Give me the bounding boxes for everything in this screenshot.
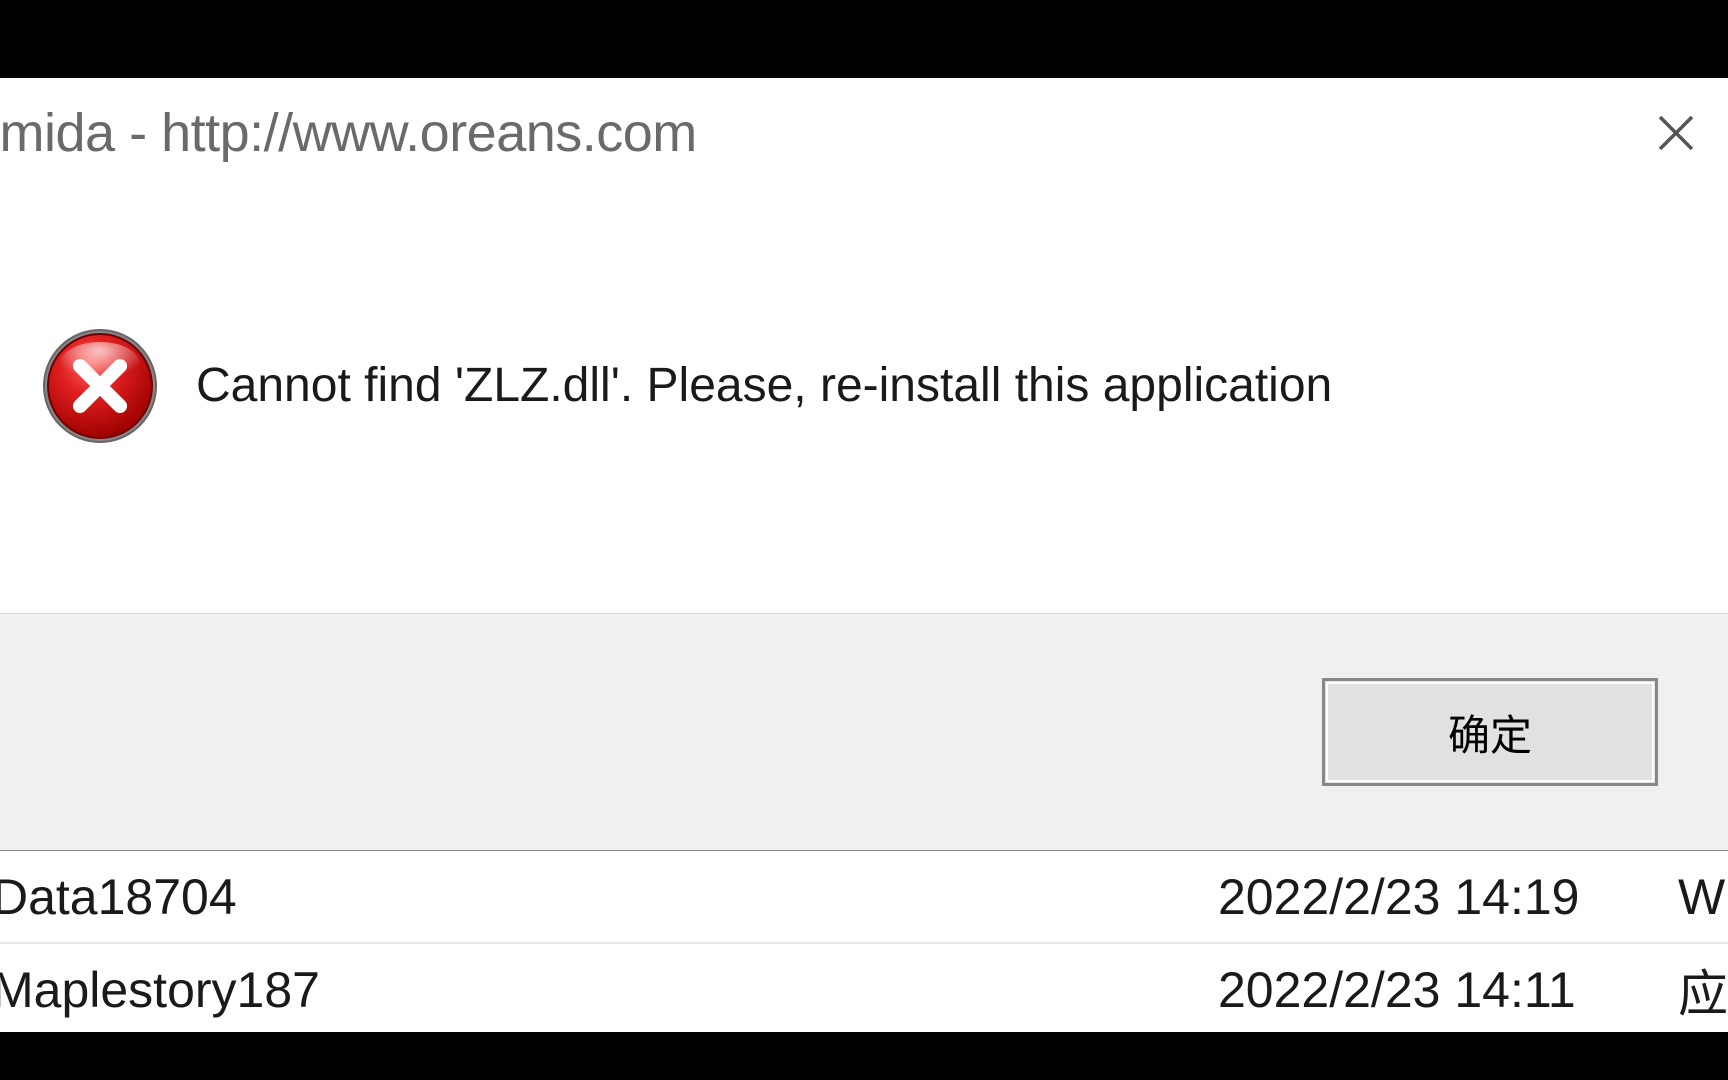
file-name: Maplestory187	[0, 961, 1218, 1019]
dialog-footer: 确定	[0, 613, 1728, 851]
error-dialog: emida - http://www.oreans.com	[0, 78, 1728, 852]
dialog-body: Cannot find 'ZLZ.dll'. Please, re-instal…	[0, 188, 1728, 613]
file-type: W	[1678, 868, 1728, 926]
ok-button[interactable]: 确定	[1322, 678, 1658, 786]
file-row[interactable]: Data18704 2022/2/23 14:19 W	[0, 852, 1728, 944]
dialog-titlebar: emida - http://www.oreans.com	[0, 78, 1728, 188]
file-type: 应	[1678, 954, 1728, 1026]
black-bar-bottom	[0, 1032, 1728, 1080]
close-icon	[1656, 113, 1696, 153]
file-list: Data18704 2022/2/23 14:19 W Maplestory18…	[0, 852, 1728, 1036]
file-date: 2022/2/23 14:11	[1218, 961, 1678, 1019]
file-row[interactable]: Maplestory187 2022/2/23 14:11 应	[0, 944, 1728, 1036]
file-name: Data18704	[0, 868, 1218, 926]
error-message: Cannot find 'ZLZ.dll'. Please, re-instal…	[196, 358, 1332, 413]
viewport: emida - http://www.oreans.com	[0, 0, 1728, 1080]
file-date: 2022/2/23 14:19	[1218, 868, 1678, 926]
dialog-title: emida - http://www.oreans.com	[0, 102, 697, 164]
black-bar-top	[0, 0, 1728, 78]
error-icon	[40, 326, 160, 446]
close-button[interactable]	[1646, 103, 1706, 163]
